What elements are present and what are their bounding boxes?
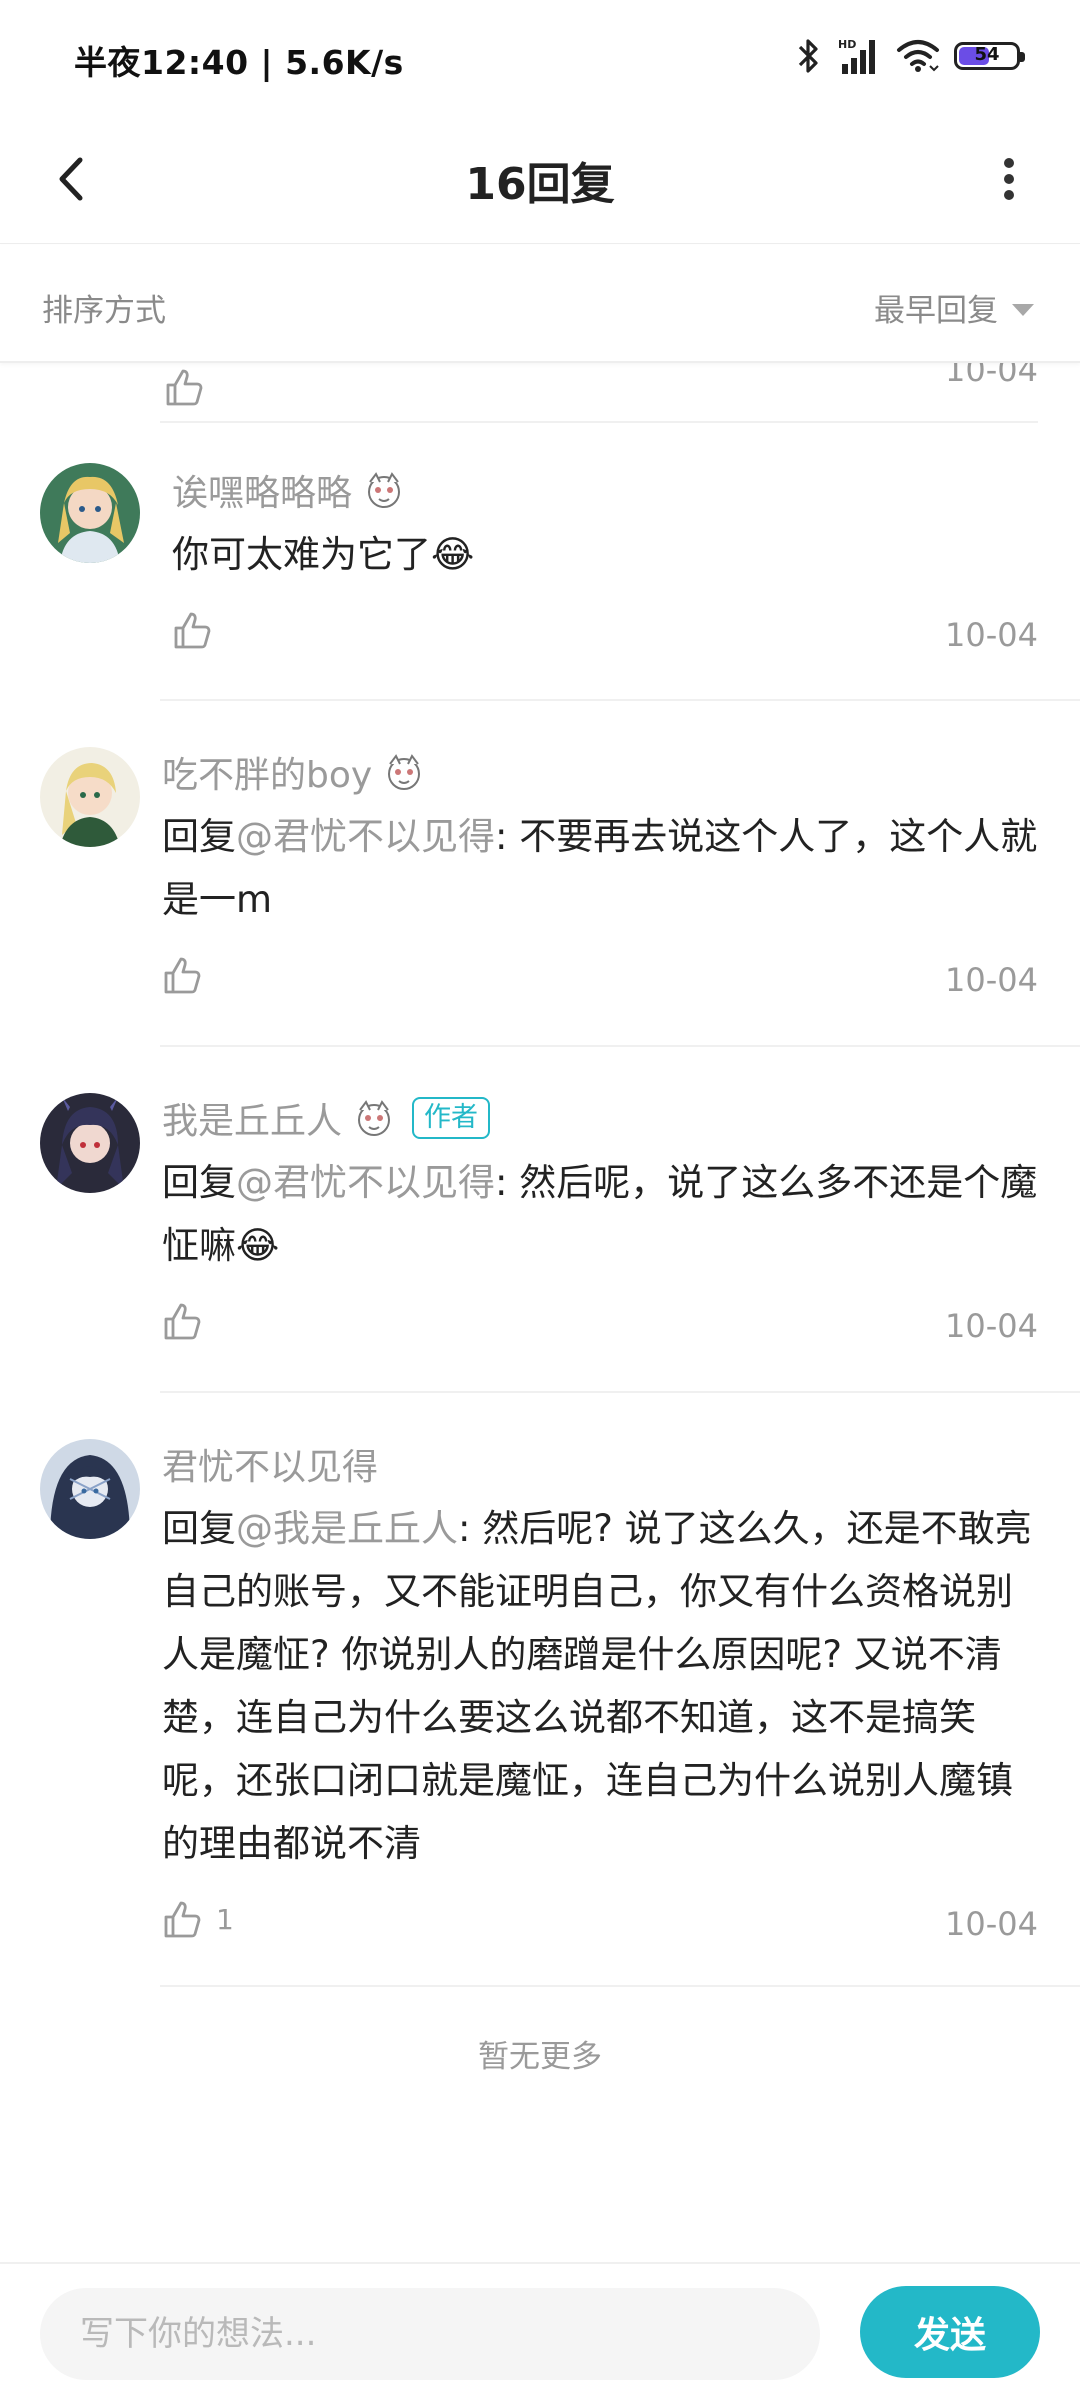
comment-body: 诶嘿略略略 你可太难为它了😂 10-04 <box>172 463 1038 672</box>
divider <box>160 1045 1080 1047</box>
comment-date: 10-04 <box>945 961 1038 999</box>
username[interactable]: 君忧不以见得 <box>162 1438 378 1490</box>
level-badge-icon <box>352 1096 396 1140</box>
comment-body: 我是丘丘人 作者 回复@君忧不以见得: 然后呢，说了这么多不还是个魔怔嘛😂 10… <box>162 1091 1038 1363</box>
username[interactable]: 吃不胖的boy <box>162 746 372 798</box>
list-item-partial: 10-04 <box>160 363 1038 423</box>
thumbs-up-icon <box>164 957 201 994</box>
network-label: HD <box>838 38 856 51</box>
divider <box>160 1391 1080 1393</box>
sort-dropdown[interactable]: 最早回复 <box>874 285 1034 330</box>
wifi-icon <box>896 38 940 74</box>
avatar[interactable] <box>40 1093 140 1193</box>
caret-down-icon <box>1012 303 1034 316</box>
divider <box>160 1985 1080 1987</box>
status-bar: 半夜12:40 | 5.6K/s HD 54 <box>0 0 1080 118</box>
top-app-bar: 16回复 <box>0 118 1080 244</box>
like-button[interactable] <box>162 1301 202 1341</box>
author-tag: 作者 <box>412 1097 491 1139</box>
like-count: 1 <box>216 1902 234 1936</box>
thumbs-up-icon <box>174 612 211 649</box>
comment-text: 你可太难为它了😂 <box>172 533 475 576</box>
avatar[interactable] <box>40 463 140 563</box>
comment-date: 10-04 <box>945 363 1038 389</box>
comment-date: 10-04 <box>945 616 1038 654</box>
avatar[interactable] <box>40 747 140 847</box>
cellular-signal-icon: HD <box>836 36 882 76</box>
no-more-text: 暂无更多 <box>478 2039 602 2075</box>
more-vertical-icon <box>1004 158 1014 200</box>
more-options-button[interactable] <box>974 144 1044 214</box>
sort-bar: 排序方式 最早回复 <box>0 245 1080 363</box>
sort-selected-value: 最早回复 <box>874 293 998 329</box>
thumbs-up-icon[interactable] <box>164 367 204 411</box>
level-badge-icon <box>362 468 406 512</box>
like-button[interactable] <box>172 610 212 650</box>
username[interactable]: 诶嘿略略略 <box>172 464 352 516</box>
mention-link[interactable]: @君忧不以见得 <box>236 1161 495 1204</box>
comment-input[interactable] <box>40 2288 820 2380</box>
comment-input-bar: 发送 <box>0 2262 1080 2400</box>
battery-percent: 54 <box>974 44 1000 65</box>
bluetooth-icon <box>796 37 822 75</box>
comment-text: 回复@我是丘丘人: 然后呢? 说了这么久，还是不敢亮自己的账号，又不能证明自己，… <box>162 1507 1032 1865</box>
status-icons: HD 54 <box>796 34 1025 78</box>
comment-text: 回复@君忧不以见得: 不要再去说这个人了，这个人就是一m <box>162 815 1038 921</box>
comment-body: 君忧不以见得 回复@我是丘丘人: 然后呢? 说了这么久，还是不敢亮自己的账号，又… <box>162 1437 1038 1961</box>
avatar[interactable] <box>40 1439 140 1539</box>
thumbs-up-icon <box>164 1303 201 1340</box>
comment-body: 吃不胖的boy 回复@君忧不以见得: 不要再去说这个人了，这个人就是一m 10-… <box>162 745 1038 1017</box>
mention-link[interactable]: @君忧不以见得 <box>236 815 495 858</box>
battery-icon: 54 <box>954 42 1025 70</box>
thumbs-up-icon <box>164 1901 201 1938</box>
username[interactable]: 我是丘丘人 <box>162 1092 342 1144</box>
mention-link[interactable]: @我是丘丘人 <box>236 1507 458 1550</box>
comment-text: 回复@君忧不以见得: 然后呢，说了这么多不还是个魔怔嘛😂 <box>162 1161 1038 1267</box>
like-button[interactable]: 1 <box>162 1899 234 1939</box>
divider <box>160 699 1080 701</box>
comment-date: 10-04 <box>945 1905 1038 1943</box>
page-title: 16回复 <box>465 159 615 210</box>
sort-label: 排序方式 <box>42 293 166 329</box>
comment-date: 10-04 <box>945 1307 1038 1345</box>
level-badge-icon <box>382 750 426 794</box>
reply-list[interactable]: 10-04 诶嘿略略略 你可太难为它了😂 10-04 吃不胖的boy 回复@君忧… <box>0 363 1080 2260</box>
status-time-speed: 半夜12:40 | 5.6K/s <box>74 43 404 82</box>
send-button[interactable]: 发送 <box>860 2286 1040 2378</box>
like-button[interactable] <box>162 955 202 995</box>
